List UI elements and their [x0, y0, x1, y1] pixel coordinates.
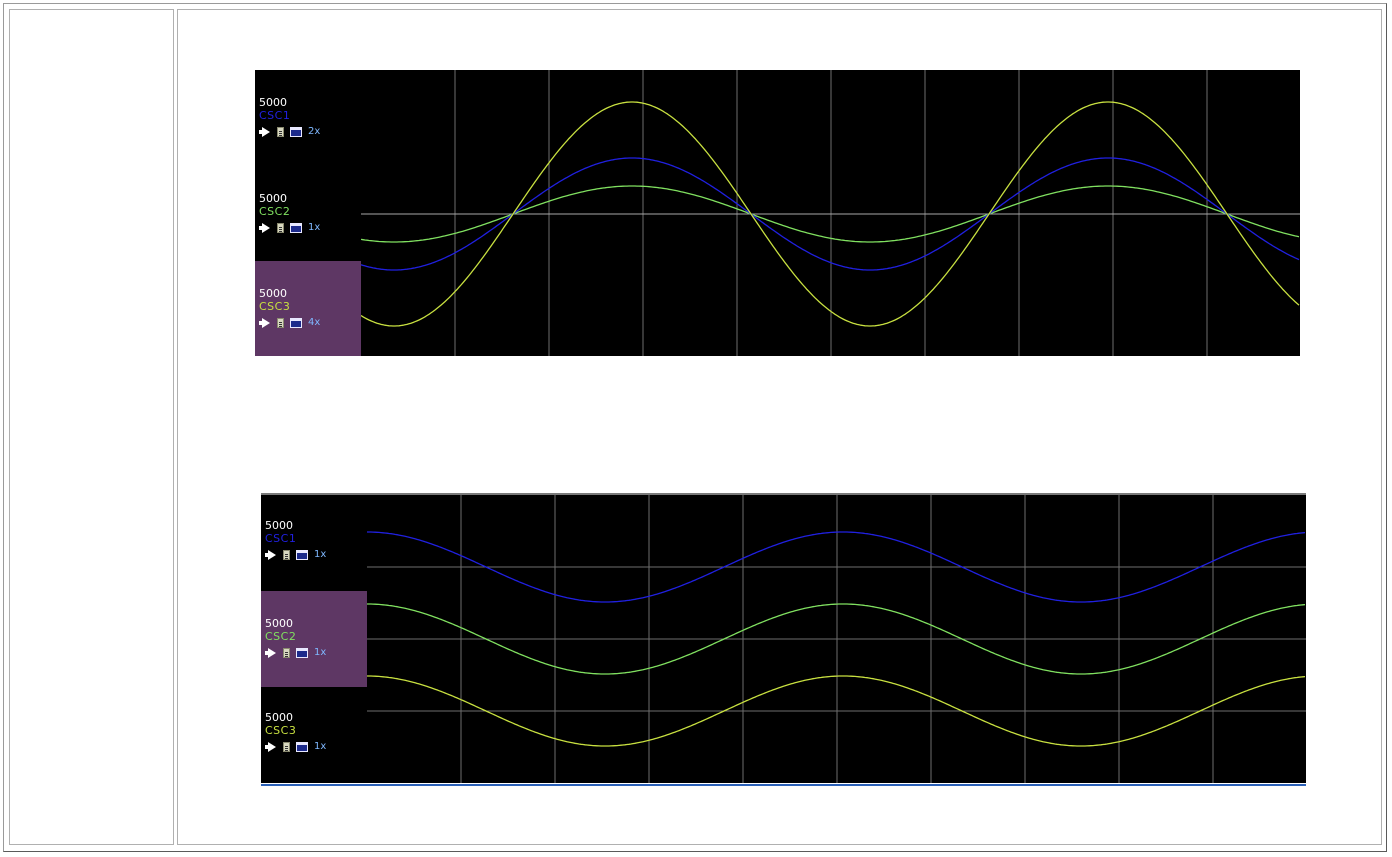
channel-scale: 5000 — [259, 287, 287, 300]
waveform-plot-overlay[interactable] — [361, 70, 1300, 356]
channel-scale: 5000 — [265, 519, 293, 532]
zoom-label[interactable]: 1x — [314, 549, 326, 561]
zoom-label[interactable]: 2x — [308, 126, 320, 138]
window-icon[interactable] — [296, 741, 308, 752]
window-icon[interactable] — [290, 126, 302, 137]
speaker-icon[interactable] — [265, 648, 277, 658]
channel-scale: 5000 — [259, 192, 287, 205]
channel-panel-csc2[interactable]: 5000 CSC2 1x — [261, 591, 367, 687]
zoom-label[interactable]: 1x — [308, 222, 320, 234]
channel-name: CSC1 — [265, 532, 297, 545]
meter-icon[interactable] — [283, 647, 290, 658]
channel-panel-csc2[interactable]: 5000 CSC2 1x — [255, 192, 361, 260]
speaker-icon[interactable] — [259, 318, 271, 328]
speaker-icon[interactable] — [265, 550, 277, 560]
scope-underline — [261, 784, 1306, 786]
channel-name: CSC2 — [259, 205, 291, 218]
channel-panel-csc3[interactable]: 5000 CSC3 4x — [255, 261, 361, 356]
scope-overlay-view: 5000 CSC1 2x 5000 CSC2 1x 5000 CSC3 4x — [255, 70, 1300, 356]
zoom-label[interactable]: 1x — [314, 741, 326, 753]
channel-scale: 5000 — [265, 711, 293, 724]
channel-panel-csc3[interactable]: 5000 CSC3 1x — [261, 711, 367, 783]
channel-scale: 5000 — [259, 96, 287, 109]
meter-icon[interactable] — [277, 317, 284, 328]
speaker-icon[interactable] — [259, 223, 271, 233]
meter-icon[interactable] — [277, 126, 284, 137]
window-icon[interactable] — [290, 317, 302, 328]
channel-scale: 5000 — [265, 617, 293, 630]
speaker-icon[interactable] — [265, 742, 277, 752]
speaker-icon[interactable] — [259, 127, 271, 137]
waveform-plot-stacked[interactable] — [367, 495, 1306, 783]
meter-icon[interactable] — [283, 741, 290, 752]
meter-icon[interactable] — [277, 222, 284, 233]
channel-panel-csc1[interactable]: 5000 CSC1 2x — [255, 96, 361, 190]
zoom-label[interactable]: 1x — [314, 647, 326, 659]
channel-name: CSC1 — [259, 109, 291, 122]
channel-name: CSC3 — [259, 300, 291, 313]
window-icon[interactable] — [290, 222, 302, 233]
zoom-label[interactable]: 4x — [308, 317, 320, 329]
channel-name: CSC2 — [265, 630, 297, 643]
meter-icon[interactable] — [283, 549, 290, 560]
window-icon[interactable] — [296, 549, 308, 560]
scope-stacked-view: 5000 CSC1 1x 5000 CSC2 1x 5000 CSC3 1x — [261, 493, 1306, 783]
channel-panel-csc1[interactable]: 5000 CSC1 1x — [261, 519, 367, 591]
window-icon[interactable] — [296, 647, 308, 658]
channel-name: CSC3 — [265, 724, 297, 737]
left-table-cell — [9, 9, 174, 845]
